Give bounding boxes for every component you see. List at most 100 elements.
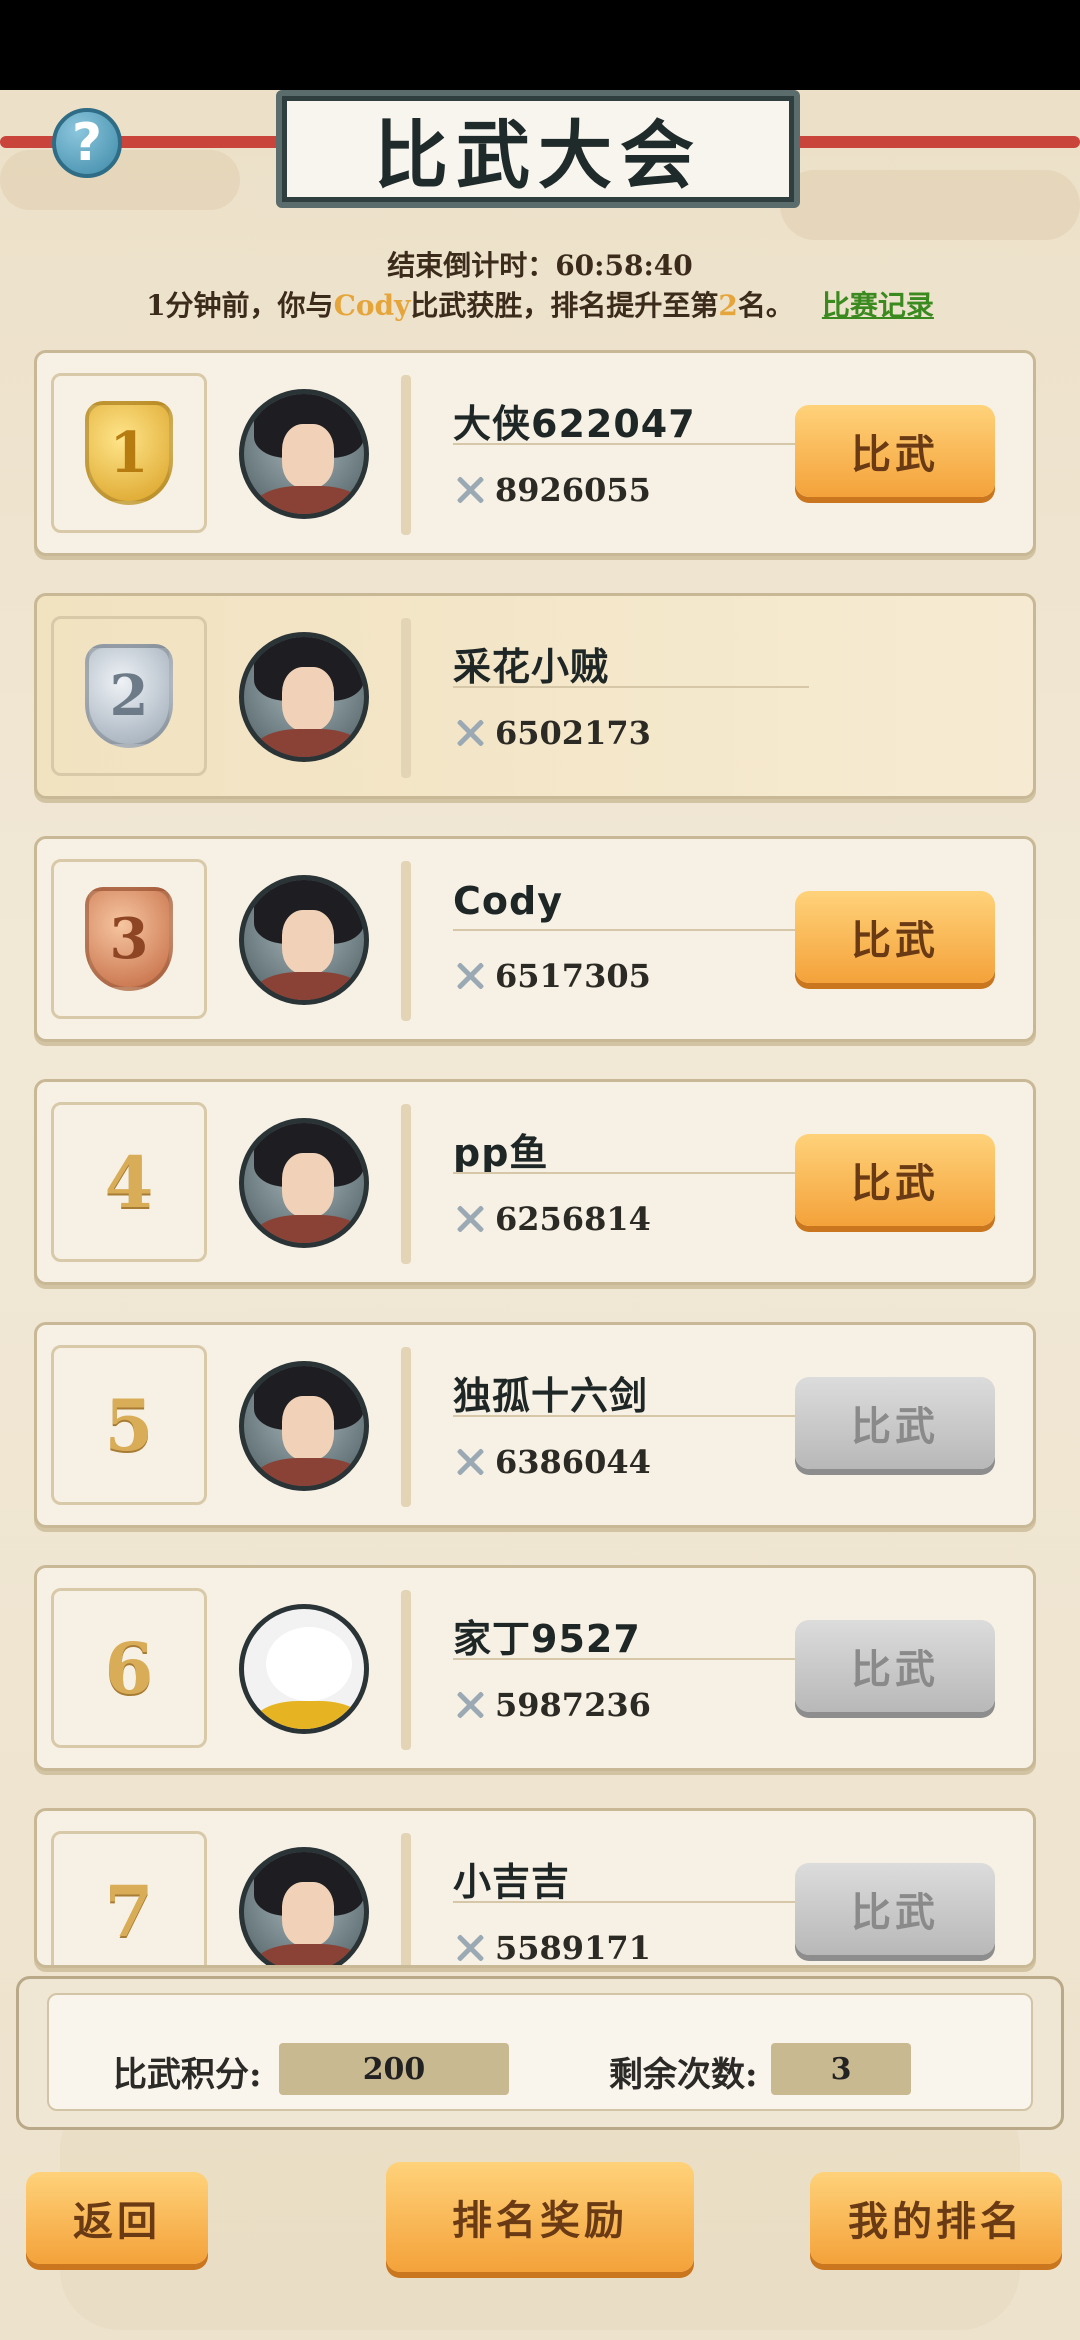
rank-number: 7: [104, 1869, 154, 1953]
avatar-body: [252, 972, 364, 1000]
help-button[interactable]: ?: [52, 108, 122, 178]
avatar-face: [282, 1396, 334, 1460]
ranking-row: 3 Cody 6517305 比武: [34, 836, 1036, 1042]
player-avatar[interactable]: [239, 1118, 369, 1248]
player-avatar[interactable]: [239, 1847, 369, 1965]
combat-power: 6386044: [453, 1443, 651, 1481]
rank-badge: 7: [51, 1831, 207, 1965]
notice-rank: 2: [718, 289, 738, 322]
divider: [453, 929, 809, 931]
points-label: 比武积分:: [113, 2055, 262, 2095]
cloud-decoration: [780, 170, 1080, 240]
player-name: Cody: [453, 879, 563, 923]
stats-inner: 比武积分: 200 剩余次数: 3: [47, 1993, 1033, 2111]
combat-power: 6256814: [453, 1200, 651, 1238]
countdown-text: 结束倒计时：60:58:40: [387, 249, 693, 282]
challenge-button[interactable]: 比武: [795, 405, 995, 497]
divider: [453, 1901, 809, 1903]
divider: [401, 1833, 411, 1965]
rank-badge: 5: [51, 1345, 207, 1505]
divider: [453, 686, 809, 688]
crossed-swords-icon: [453, 1445, 487, 1479]
challenge-button[interactable]: 比武: [795, 1377, 995, 1469]
challenge-button[interactable]: 比武: [795, 891, 995, 983]
divider: [453, 1172, 809, 1174]
crossed-swords-icon: [453, 1688, 487, 1722]
combat-power-value: 5589171: [495, 1929, 651, 1967]
battle-notice: 1分钟前，你与Cody比武获胜，排名提升至第2名。 比赛记录: [0, 284, 1080, 324]
avatar-face: [282, 1882, 334, 1946]
avatar-face: [282, 667, 334, 731]
notice-opponent: Cody: [333, 289, 411, 322]
combat-power: 8926055: [453, 471, 651, 509]
match-record-link[interactable]: 比赛记录: [822, 289, 934, 322]
player-avatar[interactable]: [239, 632, 369, 762]
divider: [401, 1347, 411, 1507]
crossed-swords-icon: [453, 959, 487, 993]
player-name: 小吉吉: [453, 1860, 571, 1904]
ranking-row: 6 家丁9527 5987236 比武: [34, 1565, 1036, 1771]
notice-text: 名。: [737, 289, 794, 322]
crossed-swords-icon: [453, 1931, 487, 1965]
challenge-button[interactable]: 比武: [795, 1134, 995, 1226]
avatar-body: [252, 486, 364, 514]
combat-power: 6517305: [453, 957, 651, 995]
challenge-button[interactable]: 比武: [795, 1620, 995, 1712]
cloud-decoration: [0, 150, 240, 210]
divider: [401, 1590, 411, 1750]
ranking-row: 5 独孤十六剑 6386044 比武: [34, 1322, 1036, 1528]
rope-decoration: [780, 136, 1080, 148]
back-button[interactable]: 返回: [26, 2172, 208, 2264]
player-avatar[interactable]: [239, 389, 369, 519]
avatar-body: [252, 1701, 364, 1729]
combat-power: 5987236: [453, 1686, 651, 1724]
divider: [401, 1104, 411, 1264]
player-name: 大侠622047: [453, 402, 696, 446]
combat-power-value: 6502173: [495, 714, 651, 752]
avatar-face: [282, 910, 334, 974]
ranking-row: 1 大侠622047 8926055 比武: [34, 350, 1036, 556]
player-name: 独孤十六剑: [453, 1374, 649, 1418]
stats-panel: 比武积分: 200 剩余次数: 3: [16, 1976, 1064, 2130]
medal-icon: 3: [85, 887, 173, 991]
medal-icon: 1: [85, 401, 173, 505]
rope-decoration: [0, 136, 300, 148]
my-rank-button[interactable]: 我的排名: [810, 2172, 1062, 2264]
player-avatar[interactable]: [239, 1604, 369, 1734]
challenge-button[interactable]: 比武: [795, 1863, 995, 1955]
page-title: 比武大会: [282, 96, 794, 202]
divider: [453, 1658, 809, 1660]
combat-power: 6502173: [453, 714, 651, 752]
ranking-row: 7 小吉吉 5589171 比武: [34, 1808, 1036, 1968]
combat-power-value: 6386044: [495, 1443, 651, 1481]
divider: [453, 1415, 809, 1417]
combat-power-value: 5987236: [495, 1686, 651, 1724]
avatar-body: [252, 1944, 364, 1965]
status-bar: [0, 0, 1080, 90]
notice-text: 1分钟前，你与: [146, 289, 334, 322]
remaining-label: 剩余次数:: [609, 2055, 758, 2095]
title-plate: 比武大会: [276, 90, 800, 208]
avatar-body: [252, 1215, 364, 1243]
rank-number: 5: [104, 1383, 154, 1467]
divider: [453, 443, 809, 445]
divider: [401, 375, 411, 535]
avatar-face: [282, 1153, 334, 1217]
player-avatar[interactable]: [239, 875, 369, 1005]
player-name: 采花小贼: [453, 645, 610, 689]
ranking-row: 2 采花小贼 6502173: [34, 593, 1036, 799]
notice-text: 比武获胜，排名提升至第: [410, 289, 719, 322]
avatar-body: [252, 729, 364, 757]
player-avatar[interactable]: [239, 1361, 369, 1491]
rank-rewards-button[interactable]: 排名奖励: [386, 2162, 694, 2272]
combat-power-value: 6256814: [495, 1200, 651, 1238]
avatar-body: [252, 1458, 364, 1486]
avatar-face: [266, 1627, 352, 1701]
rank-number: 4: [104, 1140, 154, 1224]
rank-badge: 1: [51, 373, 207, 533]
points-value: 200: [279, 2043, 509, 2095]
player-name: pp鱼: [453, 1131, 549, 1175]
question-icon: ?: [71, 113, 103, 173]
medal-icon: 2: [85, 644, 173, 748]
divider: [401, 618, 411, 778]
